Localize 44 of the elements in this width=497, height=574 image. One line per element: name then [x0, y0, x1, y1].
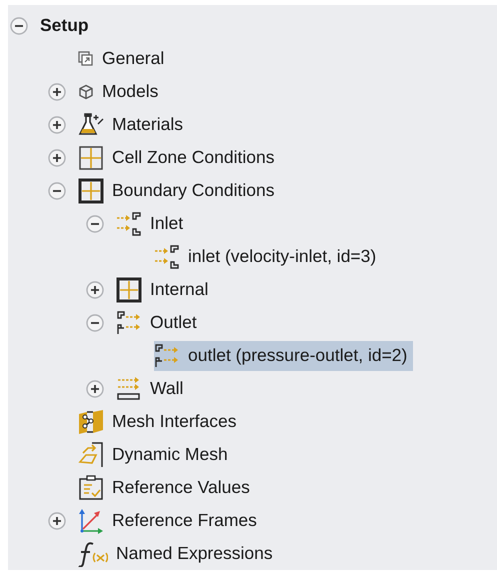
- document-icon: [78, 50, 94, 66]
- tree-label[interactable]: Models: [102, 81, 158, 102]
- cube-icon: [78, 84, 94, 100]
- clipboard-icon: [78, 474, 104, 500]
- axes-icon: [78, 508, 104, 534]
- expand-icon[interactable]: [48, 116, 66, 134]
- grid-icon: [78, 178, 104, 204]
- tree-label[interactable]: Materials: [112, 114, 183, 135]
- tree-label[interactable]: Reference Frames: [112, 510, 257, 531]
- selected-row[interactable]: outlet (pressure-outlet, id=2): [154, 340, 414, 370]
- tree-label[interactable]: Cell Zone Conditions: [112, 147, 274, 168]
- mesh-icon: [78, 408, 104, 434]
- collapse-icon[interactable]: [48, 182, 66, 200]
- tree-label[interactable]: Mesh Interfaces: [112, 411, 236, 432]
- arrows-icon: [154, 244, 180, 270]
- tree-label[interactable]: outlet (pressure-outlet, id=2): [188, 345, 408, 366]
- tree-label[interactable]: Named Expressions: [116, 543, 273, 564]
- wall-icon: [116, 376, 142, 402]
- tree-label[interactable]: Outlet: [150, 312, 197, 333]
- collapse-icon[interactable]: [86, 214, 104, 232]
- grid-icon: [78, 144, 104, 170]
- function-icon: [78, 540, 108, 566]
- tree-label[interactable]: Wall: [150, 378, 184, 399]
- mesh-icon: [78, 442, 104, 468]
- collapse-icon[interactable]: [86, 314, 104, 332]
- expand-icon[interactable]: [86, 380, 104, 398]
- tree-label[interactable]: Reference Values: [112, 477, 250, 498]
- arrows-icon: [154, 342, 180, 368]
- expand-icon[interactable]: [48, 512, 66, 530]
- tree-label[interactable]: Internal: [150, 279, 208, 300]
- flask-icon: [78, 112, 104, 138]
- tree-label[interactable]: General: [102, 48, 164, 69]
- tree-label[interactable]: Dynamic Mesh: [112, 444, 228, 465]
- expand-icon[interactable]: [86, 280, 104, 298]
- tree-label[interactable]: Setup: [40, 15, 89, 36]
- arrows-icon: [116, 210, 142, 236]
- arrows-icon: [116, 310, 142, 336]
- tree-label[interactable]: inlet (velocity-inlet, id=3): [188, 246, 376, 267]
- tree-label[interactable]: Boundary Conditions: [112, 180, 274, 201]
- expand-icon[interactable]: [48, 148, 66, 166]
- collapse-icon[interactable]: [10, 16, 28, 34]
- expand-icon[interactable]: [48, 82, 66, 100]
- grid-icon: [116, 276, 142, 302]
- tree-label[interactable]: Inlet: [150, 213, 184, 234]
